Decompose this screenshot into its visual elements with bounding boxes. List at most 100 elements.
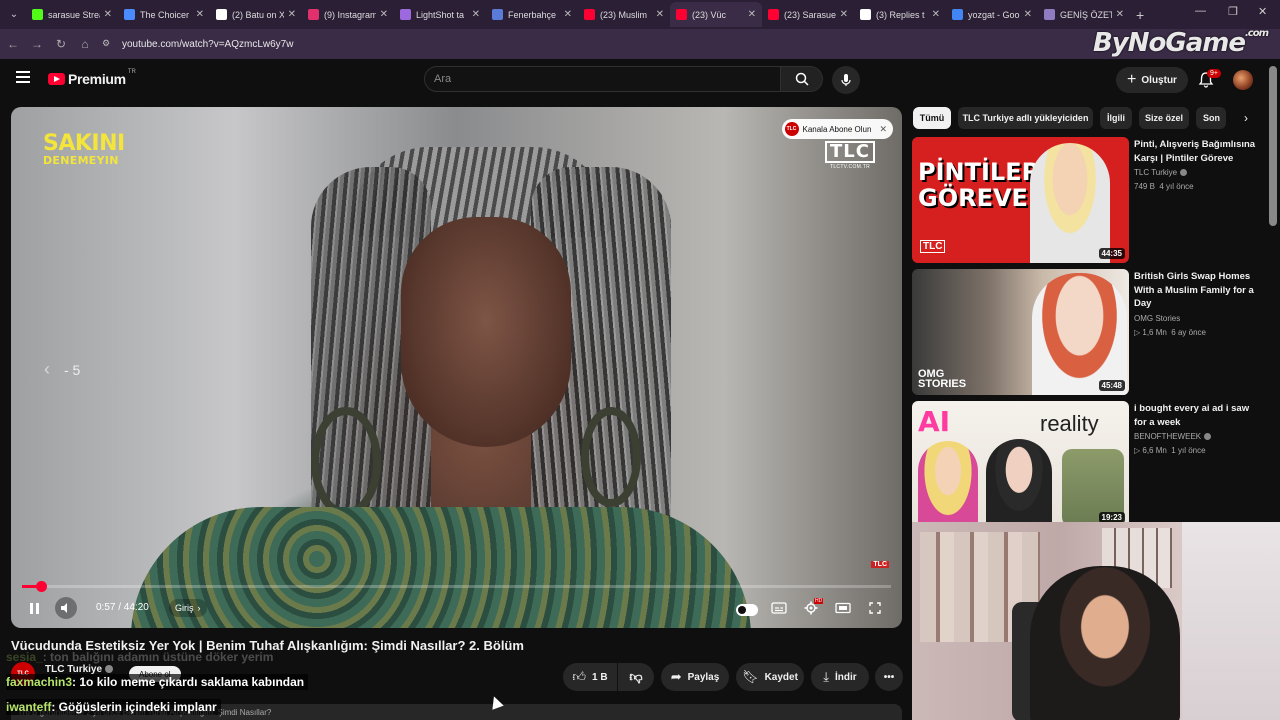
- tab-close-icon[interactable]: ✕: [840, 9, 848, 20]
- recommendation-channel[interactable]: TLC Turkiye: [1134, 168, 1188, 177]
- chip-uploader[interactable]: TLC Turkiye adlı yükleyiciden: [958, 107, 1093, 129]
- recommendation-item[interactable]: PİNTİLER GÖREVE TLC 44:35 Pinti, Alışver…: [912, 137, 1262, 265]
- search-button[interactable]: [781, 66, 823, 92]
- download-button[interactable]: ⤓ İndir: [811, 663, 869, 691]
- close-icon[interactable]: ✕: [879, 124, 887, 135]
- dislike-button[interactable]: 👎︎: [618, 663, 654, 691]
- scrubber-handle[interactable]: [35, 581, 47, 592]
- tab-close-icon[interactable]: ✕: [380, 9, 388, 20]
- tab-favicon-icon: [124, 9, 135, 20]
- recommendation-title[interactable]: British Girls Swap Homes With a Muslim F…: [1134, 270, 1260, 311]
- tab-label: GENİŞ ÖZET: [1060, 9, 1112, 20]
- tab-search-button[interactable]: ⌄: [2, 4, 26, 26]
- back-icon[interactable]: ←: [2, 37, 24, 51]
- tab-favicon-icon: [768, 9, 779, 20]
- thumbs-down-icon: 👎︎: [629, 669, 643, 684]
- browser-tab[interactable]: The Choicer ✕: [118, 2, 210, 27]
- recommendation-item[interactable]: OMG STORIES 45:48 British Girls Swap Hom…: [912, 269, 1262, 397]
- subtitles-button[interactable]: [768, 597, 790, 619]
- reload-icon[interactable]: ↻: [50, 37, 72, 51]
- browser-tab[interactable]: (3) Replies t ✕: [854, 2, 946, 27]
- chip-related[interactable]: İlgili: [1100, 107, 1132, 129]
- recommendation-channel[interactable]: OMG Stories: [1134, 314, 1180, 323]
- like-button[interactable]: 👍︎ 1 B: [563, 663, 617, 691]
- browser-toolbar: ← → ↻ ⌂ ⚙ youtube.com/watch?v=AQzmcLw6y7…: [0, 29, 1280, 59]
- page-scrollbar[interactable]: [1269, 66, 1277, 226]
- settings-button[interactable]: HD: [800, 597, 824, 619]
- show-logo: SAKINI DENEMEYIN: [43, 131, 125, 167]
- close-window-button[interactable]: ✕: [1258, 5, 1267, 18]
- save-button[interactable]: 🔖︎ Kaydet: [736, 663, 804, 691]
- site-info-icon[interactable]: ⚙: [102, 38, 114, 50]
- browser-tab[interactable]: (9) Instagram ✕: [302, 2, 394, 27]
- tab-favicon-icon: [308, 9, 319, 20]
- youtube-premium-logo[interactable]: Premium TR: [48, 69, 136, 87]
- progress-bar[interactable]: [22, 581, 891, 592]
- address-bar[interactable]: ⚙ youtube.com/watch?v=AQzmcLw6y7w: [102, 33, 1102, 55]
- new-tab-button[interactable]: +: [1136, 7, 1144, 23]
- tab-close-icon[interactable]: ✕: [288, 9, 296, 20]
- browser-tab[interactable]: (23) Muslim ✕: [578, 2, 670, 27]
- menu-icon[interactable]: [16, 71, 30, 83]
- chapter-button[interactable]: Giriş ›: [169, 599, 207, 617]
- recommendation-title[interactable]: Pinti, Alışveriş Bağımlısına Karşı | Pin…: [1134, 138, 1260, 165]
- home-icon[interactable]: ⌂: [74, 37, 96, 51]
- video-thumbnail[interactable]: AI reality 19:23: [912, 401, 1129, 527]
- recommendation-item[interactable]: AI reality 19:23 i bought every ai ad i …: [912, 401, 1262, 529]
- overlay-subscribe-label: Kanala Abone Olun: [802, 124, 872, 134]
- chip-all[interactable]: Tümü: [913, 107, 951, 129]
- chat-message: sesia_: ton balığını adamın üstüne döker…: [6, 650, 274, 664]
- fullscreen-button[interactable]: [864, 597, 886, 619]
- share-label: Paylaş: [687, 671, 720, 683]
- share-button[interactable]: ➦ Paylaş: [661, 663, 729, 691]
- browser-tab[interactable]: (2) Batu on X ✕: [210, 2, 302, 27]
- tab-favicon-icon: [32, 9, 43, 20]
- theater-mode-button[interactable]: [832, 597, 854, 619]
- channel-subscribe-overlay[interactable]: TLC Kanala Abone Olun ✕: [781, 119, 893, 139]
- restore-button[interactable]: ❐: [1228, 5, 1238, 18]
- logo-region: TR: [127, 69, 136, 75]
- theater-icon: [835, 602, 851, 614]
- filter-chips: Tümü TLC Turkiye adlı yükleyiciden İlgil…: [913, 107, 1258, 129]
- thumbs-up-icon: 👍︎: [572, 669, 587, 684]
- chevron-right-icon[interactable]: ›: [1237, 109, 1255, 127]
- forward-icon[interactable]: →: [26, 37, 48, 51]
- tab-close-icon[interactable]: ✕: [748, 9, 756, 20]
- autoplay-toggle[interactable]: [736, 597, 758, 619]
- browser-tab[interactable]: (23) Sarasue ✕: [762, 2, 854, 27]
- browser-tab[interactable]: LightShot ta ✕: [394, 2, 486, 27]
- tlc-watermark: TLC TLCTV.COM.TR: [825, 141, 875, 170]
- volume-button[interactable]: [55, 597, 77, 619]
- tab-close-icon[interactable]: ✕: [564, 9, 572, 20]
- recommendation-channel[interactable]: BENOFTHEWEEK: [1134, 432, 1212, 441]
- tab-close-icon[interactable]: ✕: [1116, 9, 1124, 20]
- user-avatar[interactable]: [1233, 70, 1253, 90]
- search-input[interactable]: [434, 73, 780, 85]
- more-actions-button[interactable]: •••: [875, 663, 903, 691]
- browser-tab[interactable]: sarasue Strea ✕: [26, 2, 118, 27]
- tab-close-icon[interactable]: ✕: [932, 9, 940, 20]
- tab-favicon-icon: [584, 9, 595, 20]
- tab-close-icon[interactable]: ✕: [104, 9, 112, 20]
- chip-for-you[interactable]: Size özel: [1139, 107, 1189, 129]
- recommendation-title[interactable]: i bought every ai ad i saw for a week: [1134, 402, 1260, 429]
- video-thumbnail[interactable]: PİNTİLER GÖREVE TLC 44:35: [912, 137, 1129, 263]
- minimize-button[interactable]: —: [1195, 5, 1206, 17]
- browser-tab[interactable]: yozgat - Goo ✕: [946, 2, 1038, 27]
- browser-tab[interactable]: GENİŞ ÖZET ✕: [1038, 2, 1130, 27]
- chat-message: iwanteff: Göğüslerin içindeki implanr: [6, 699, 221, 715]
- voice-search-button[interactable]: [832, 66, 860, 94]
- browser-tab[interactable]: (23) Vüc ✕: [670, 2, 762, 27]
- pause-button[interactable]: [23, 597, 45, 619]
- tab-close-icon[interactable]: ✕: [656, 9, 664, 20]
- video-player[interactable]: SAKINI DENEMEYIN TLC Kanala Abone Olun ✕…: [11, 107, 902, 628]
- browser-tab[interactable]: Fenerbahçe ✕: [486, 2, 578, 27]
- chip-recent[interactable]: Son: [1196, 107, 1226, 129]
- tab-close-icon[interactable]: ✕: [196, 9, 204, 20]
- verified-icon: [105, 665, 114, 674]
- tab-close-icon[interactable]: ✕: [472, 9, 480, 20]
- video-thumbnail[interactable]: OMG STORIES 45:48: [912, 269, 1129, 395]
- create-button[interactable]: + Oluştur: [1116, 67, 1188, 93]
- tab-favicon-icon: [400, 9, 411, 20]
- tab-close-icon[interactable]: ✕: [1024, 9, 1032, 20]
